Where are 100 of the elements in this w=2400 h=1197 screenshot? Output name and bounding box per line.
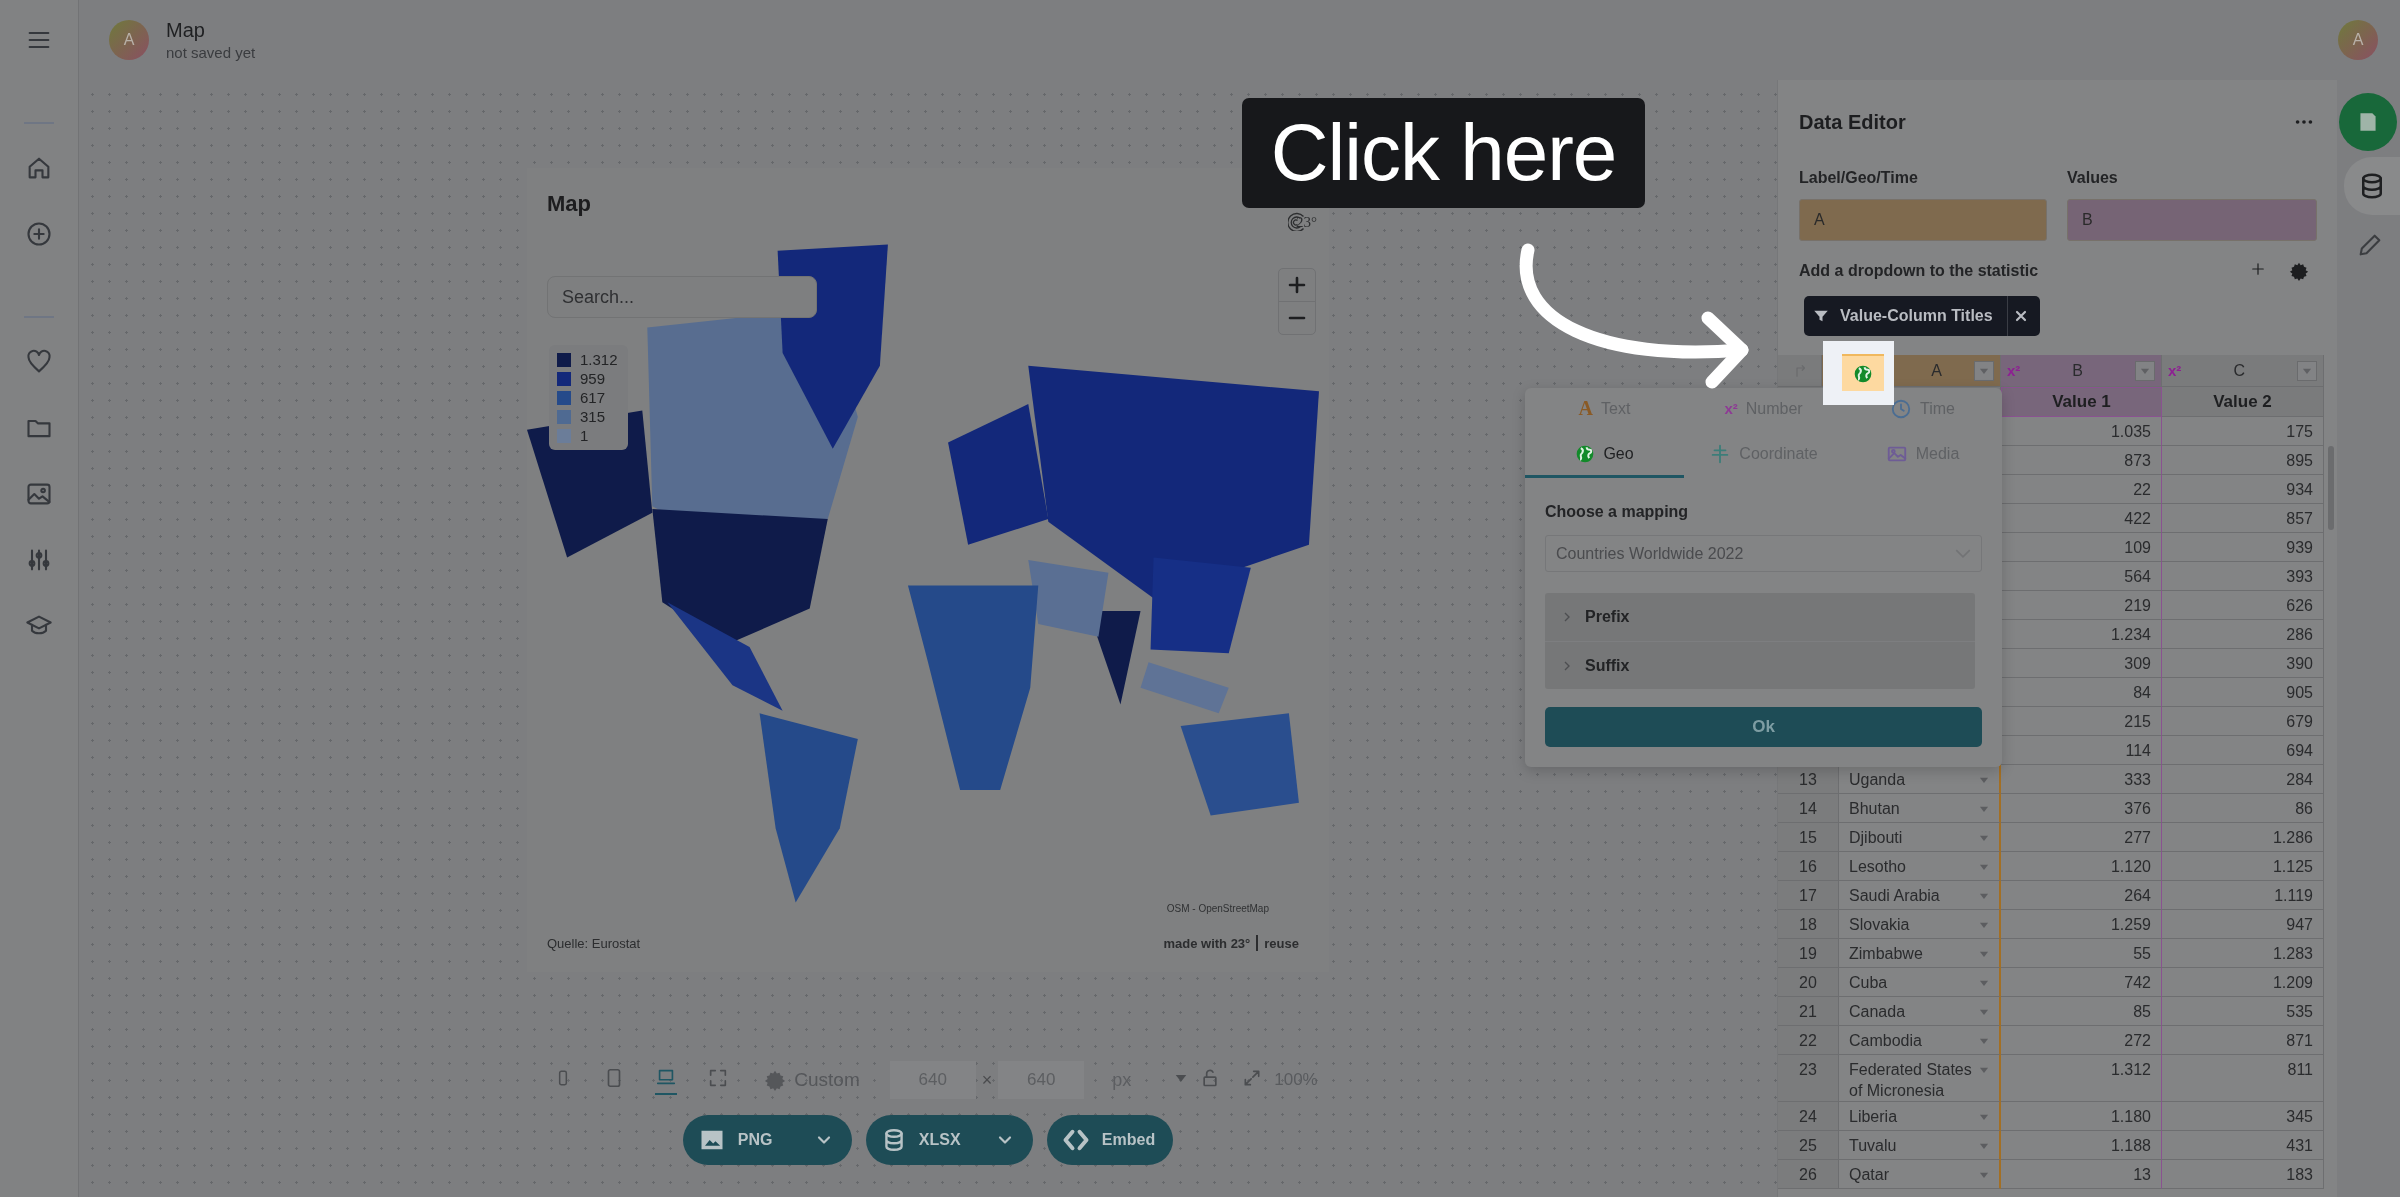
export-button[interactable]: Embed [1046, 1115, 1174, 1165]
label-column-field[interactable]: A [1799, 199, 2047, 241]
search-field[interactable]: Search... [547, 276, 817, 318]
table-cell: 272 [2001, 1026, 2162, 1055]
avatar: A [109, 20, 149, 60]
number-type-mark[interactable]: x² [2007, 362, 2021, 379]
column-header[interactable]: x² B [2001, 355, 2162, 387]
table-cell: 1.259 [2001, 910, 2162, 939]
table-cell: 742 [2001, 968, 2162, 997]
table-cell-text: Cuba [1849, 973, 1888, 993]
mapping-label: Choose a mapping [1545, 502, 1690, 522]
legend-label: 315 [580, 408, 606, 425]
values-column-field[interactable]: B [2067, 199, 2317, 241]
row-number: 14 [1778, 794, 1839, 823]
table-cell: 13 [2001, 1160, 2162, 1189]
table-cell: 1.180 [2001, 1102, 2162, 1131]
times-sign: × [981, 1069, 993, 1091]
column-letter: B [2071, 361, 2084, 380]
filter-chip[interactable]: Value-Column Titles [1804, 296, 2040, 336]
save-button[interactable] [2339, 93, 2397, 151]
settings-icon[interactable] [2289, 261, 2309, 281]
geo-type-button[interactable] [1842, 354, 1884, 391]
row-number: 21 [1778, 997, 1839, 1026]
row-number: 13 [1778, 765, 1839, 794]
table-cell-text: Cambodia [1849, 1031, 1922, 1051]
export-button[interactable]: XLSX [865, 1115, 1033, 1165]
table-cell-text: Tuvalu [1849, 1136, 1897, 1156]
row-number: 25 [1778, 1131, 1839, 1160]
add-icon[interactable] [25, 220, 53, 248]
user-avatar[interactable]: A [2338, 20, 2378, 60]
save-status: not saved yet [166, 44, 257, 61]
source-note: Quelle: Eurostat [547, 935, 641, 951]
map-attribution: OSM - OpenStreetMap [1166, 903, 1269, 914]
table-cell: 345 [2162, 1102, 2324, 1131]
export-button[interactable]: PNG [682, 1115, 852, 1165]
table-cell-text: Qatar [1849, 1165, 1889, 1185]
table-cell: 390 [2162, 649, 2324, 678]
value-title: Value 2 [2162, 387, 2324, 417]
table-cell-text: Liberia [1849, 1107, 1898, 1127]
row-number: 19 [1778, 939, 1839, 968]
table-cell-text: Bhutan [1849, 799, 1900, 819]
table-cell: 895 [2162, 446, 2324, 475]
column-header[interactable]: x² C [2162, 355, 2324, 387]
data-tab[interactable] [2344, 157, 2400, 215]
type-tab[interactable]: Geo [1525, 432, 1684, 478]
table-cell: 905 [2162, 678, 2324, 707]
table-corner[interactable] [1778, 355, 1822, 387]
table-cell: 286 [2162, 620, 2324, 649]
table-cell-text: Uganda [1849, 770, 1906, 790]
table-cell: 694 [2162, 736, 2324, 765]
panel-title: Data Editor [1799, 110, 1906, 134]
callout: Click here [1242, 98, 1645, 208]
column-letter: A [1930, 361, 1943, 380]
table-cell: 277 [2001, 823, 2162, 852]
column-header[interactable]: A [1893, 355, 2001, 387]
table-cell: 55 [2001, 939, 2162, 968]
table-cell: 393 [2162, 562, 2324, 591]
field-label: Label/Geo/Time [1799, 168, 1919, 188]
table-cell: 86 [2162, 794, 2324, 823]
table-cell: 1.125 [2162, 852, 2324, 881]
reuse-link[interactable]: reuse [1264, 935, 1299, 951]
mapping-select[interactable]: Countries Worldwide 2022 [1545, 535, 1982, 572]
table-cell: 264 [2001, 881, 2162, 910]
expand-icon[interactable] [1242, 1067, 1263, 1088]
table-cell: 626 [2162, 591, 2324, 620]
table-cell: 1.286 [2162, 823, 2324, 852]
accordion-section[interactable]: Prefix [1545, 593, 1975, 641]
close-icon[interactable] [2013, 308, 2029, 324]
table-cell: 183 [2162, 1160, 2324, 1189]
accordion-section[interactable]: Suffix [1545, 641, 1975, 689]
table-cell: 431 [2162, 1131, 2324, 1160]
globe-icon [1853, 363, 1873, 384]
table-cell: 939 [2162, 533, 2324, 562]
row-number: 22 [1778, 1026, 1839, 1055]
row-number: 24 [1778, 1102, 1839, 1131]
table-cell: 333 [2001, 765, 2162, 794]
table-cell-text: Zimbabwe [1849, 944, 1923, 964]
row-number: 15 [1778, 823, 1839, 852]
add-icon[interactable] [2249, 260, 2267, 278]
scrollbar[interactable] [2328, 446, 2334, 530]
logo-text: 23° [1296, 214, 1317, 231]
table-cell: 947 [2162, 910, 2324, 939]
table-cell-text: Slovakia [1849, 915, 1910, 935]
globe-icon [1575, 443, 1596, 464]
chart-title: Map [547, 191, 591, 217]
legend-label: 1.312 [580, 351, 618, 368]
number-type-mark[interactable]: x² [2168, 362, 2182, 379]
value-title: Value 1 [2001, 387, 2162, 417]
gear-icon [764, 1069, 787, 1091]
table-cell: 679 [2162, 707, 2324, 736]
row-number: 20 [1778, 968, 1839, 997]
legend-label: 617 [580, 389, 606, 406]
table-cell: 284 [2162, 765, 2324, 794]
field-label: Values [2067, 168, 2119, 188]
table-cell: 535 [2162, 997, 2324, 1026]
legend-label: 959 [580, 370, 606, 387]
table-cell: 1.312 [2001, 1055, 2162, 1102]
table-cell: 1.120 [2001, 852, 2162, 881]
table-cell-text: Djibouti [1849, 828, 1903, 848]
ok-button[interactable]: Ok [1545, 707, 1982, 747]
